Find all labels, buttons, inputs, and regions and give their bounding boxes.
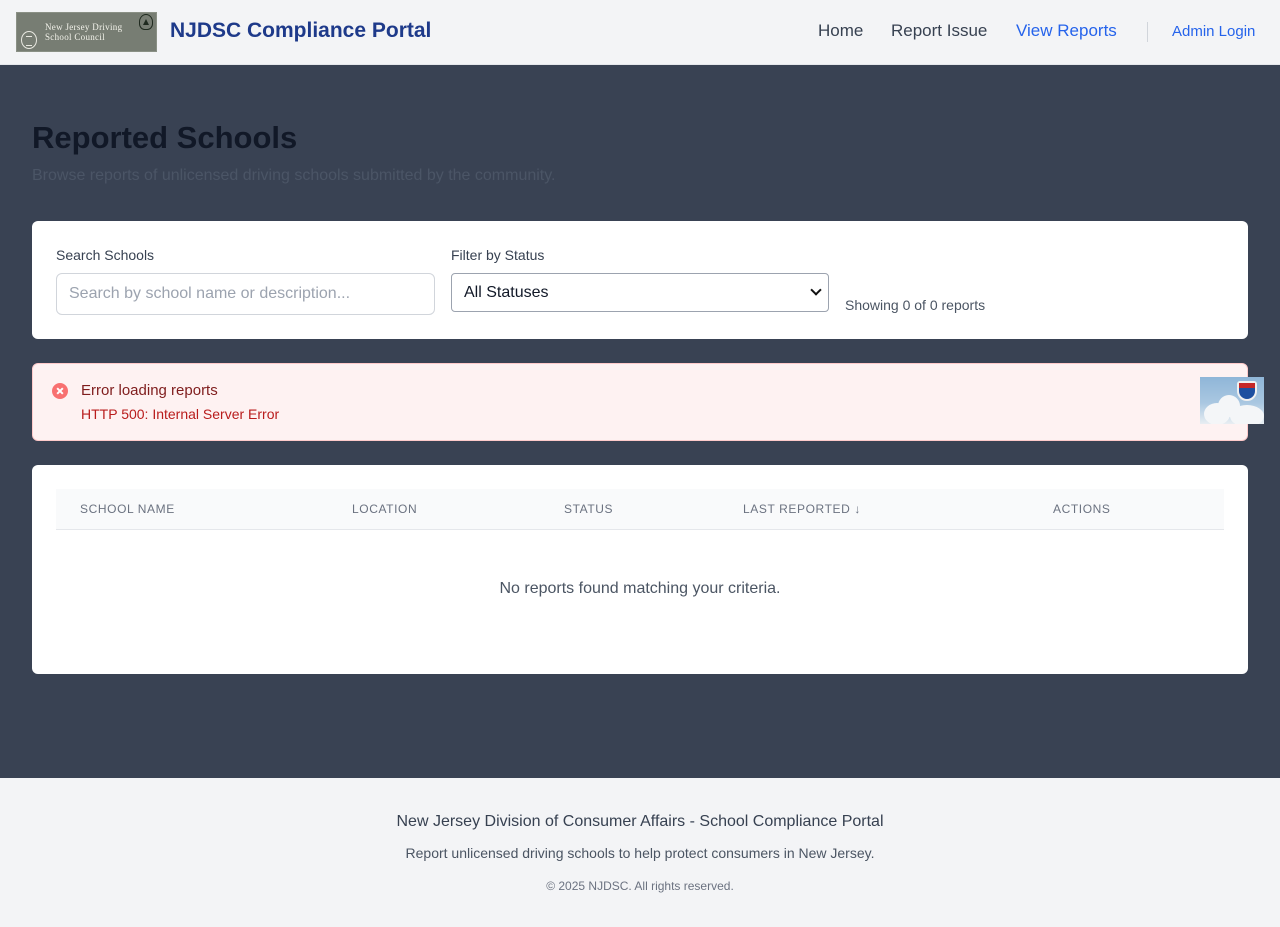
main-content: Reported Schools Browse reports of unlic… [0,65,1280,778]
nav-divider [1147,22,1148,42]
filter-card: Search Schools Filter by Status All Stat… [32,221,1248,339]
error-title: Error loading reports [81,382,218,399]
footer-tagline: Report unlicensed driving schools to hel… [405,845,875,861]
table-header: School Name Location Status Last Reporte… [56,489,1224,530]
footer-title: New Jersey Division of Consumer Affairs … [396,813,884,830]
interstate-sign-thumbnail [1200,377,1264,424]
page-title: Reported Schools [32,120,298,155]
search-label: Search Schools [56,247,155,263]
column-header-school-name[interactable]: School Name [80,502,175,516]
column-header-status[interactable]: Status [564,502,613,516]
brand-title[interactable]: NJDSC Compliance Portal [170,19,431,43]
interstate-shield-icon [1237,381,1257,401]
column-header-last-reported[interactable]: Last Reported ↓ [743,502,861,516]
error-circle-icon [52,383,68,399]
top-navbar: New Jersey Driving School Council NJDSC … [0,0,1280,65]
reports-table-card: School Name Location Status Last Reporte… [32,465,1248,674]
column-header-location[interactable]: Location [352,502,417,516]
search-input[interactable] [56,273,435,315]
logo-text: New Jersey Driving School Council [45,22,123,42]
admin-login-link[interactable]: Admin Login [1172,23,1255,40]
nav-view-reports[interactable]: View Reports [1016,21,1117,41]
cloud-shape [1230,405,1264,424]
njdsc-logo[interactable]: New Jersey Driving School Council [16,12,157,52]
nav-home[interactable]: Home [818,21,863,41]
status-filter-label: Filter by Status [451,247,545,263]
error-message: HTTP 500: Internal Server Error [81,406,280,422]
seal-icon [21,31,37,49]
column-header-actions: Actions [1053,502,1111,516]
empty-state-message: No reports found matching your criteria. [499,580,781,597]
nav-report-issue[interactable]: Report Issue [891,21,987,41]
status-selected-value: All Statuses [464,283,549,301]
error-alert: Error loading reports HTTP 500: Internal… [32,363,1248,441]
results-count: Showing 0 of 0 reports [845,297,986,313]
page-subtitle: Browse reports of unlicensed driving sch… [32,167,556,184]
status-filter-select[interactable]: All Statuses [451,273,829,312]
footer: New Jersey Division of Consumer Affairs … [0,778,1280,927]
crest-icon [139,14,153,30]
chevron-down-icon [810,284,822,296]
footer-copyright: © 2025 NJDSC. All rights reserved. [546,879,734,893]
